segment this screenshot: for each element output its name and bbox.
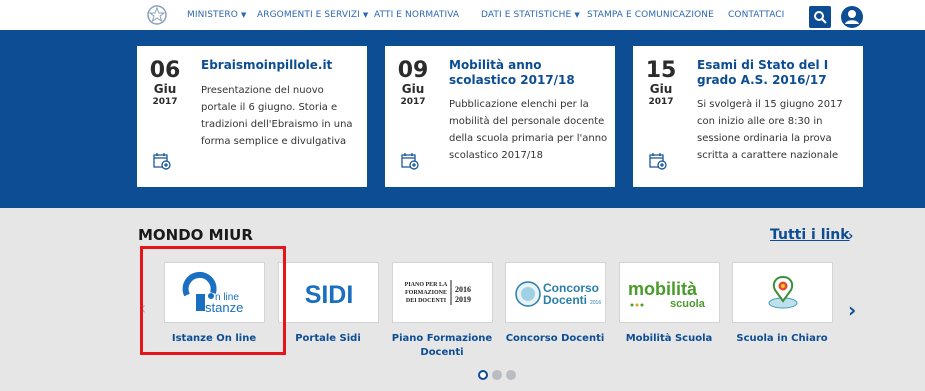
svg-text:SIDI: SIDI bbox=[305, 281, 354, 309]
news-title[interactable]: Ebraismoinpillole.it bbox=[201, 58, 361, 73]
svg-text:scuola: scuola bbox=[670, 298, 706, 310]
chevron-right-icon[interactable]: › bbox=[848, 229, 853, 244]
scuola-in-chiaro-logo bbox=[768, 275, 798, 309]
news-card[interactable]: 15 Giu 2017 Esami di Stato del I grado A… bbox=[633, 46, 863, 187]
calendar-add-icon[interactable] bbox=[649, 152, 667, 170]
all-links-link[interactable]: Tutti i link bbox=[770, 227, 850, 243]
news-summary: Pubblicazione elenchi per la mobilità de… bbox=[449, 99, 608, 161]
nav-argomenti-servizi[interactable]: ARGOMENTI E SERVIZI ▼ bbox=[257, 10, 368, 20]
news-card[interactable]: 06 Giu 2017 Ebraismoinpillole.it Present… bbox=[137, 46, 367, 187]
piano-formazione-logo: PIANO PER LA FORMAZIONE DEI DOCENTI 2016… bbox=[405, 280, 471, 305]
tile-label[interactable]: Concorso Docenti bbox=[495, 332, 615, 346]
top-navigation: MINISTERO ▼ ARGOMENTI E SERVIZI ▼ ATTI E N… bbox=[0, 0, 925, 30]
news-summary: Presentazione del nuovo portale il 6 giu… bbox=[201, 85, 353, 147]
highlight-box bbox=[140, 246, 286, 355]
user-account-icon[interactable] bbox=[840, 5, 864, 29]
nav-contattaci[interactable]: CONTATTACI bbox=[728, 10, 784, 20]
tile-portale-sidi[interactable]: SIDI bbox=[278, 262, 379, 323]
mobilita-scuola-logo: mobilità scuola bbox=[628, 279, 706, 310]
carousel-dot[interactable] bbox=[478, 370, 488, 380]
news-date: 15 Giu 2017 bbox=[645, 58, 677, 108]
carousel-pagination bbox=[478, 370, 516, 380]
tile-label[interactable]: Scuola in Chiaro bbox=[722, 332, 842, 346]
svg-text:Docenti: Docenti bbox=[543, 293, 587, 307]
news-band: 06 Giu 2017 Ebraismoinpillole.it Present… bbox=[0, 30, 925, 208]
republic-emblem-icon bbox=[147, 5, 167, 25]
tile-scuola-in-chiaro[interactable] bbox=[732, 262, 833, 323]
svg-text:2016: 2016 bbox=[455, 285, 471, 294]
chevron-down-icon: ▼ bbox=[362, 11, 369, 19]
svg-text:PIANO PER LA: PIANO PER LA bbox=[405, 282, 448, 288]
svg-text:2016: 2016 bbox=[590, 300, 601, 306]
nav-stampa-comunicazione[interactable]: STAMPA E COMUNICAZIONE bbox=[587, 10, 714, 20]
svg-text:mobilità: mobilità bbox=[628, 279, 698, 299]
chevron-down-icon: ▼ bbox=[240, 11, 247, 19]
tile-label[interactable]: Portale Sidi bbox=[268, 332, 388, 346]
nav-dati-statistiche[interactable]: DATI E STATISTICHE ▼ bbox=[481, 10, 580, 20]
news-title[interactable]: Mobilità anno scolastico 2017/18 bbox=[449, 58, 609, 88]
section-title: MONDO MIUR bbox=[138, 226, 253, 244]
news-summary: Si svolgerà il 15 giugno 2017 con inizio… bbox=[697, 99, 843, 161]
tile-label[interactable]: Piano Formazione Docenti bbox=[382, 332, 502, 360]
svg-text:FORMAZIONE: FORMAZIONE bbox=[405, 290, 447, 296]
carousel-dot[interactable] bbox=[492, 370, 502, 380]
news-date: 09 Giu 2017 bbox=[397, 58, 429, 108]
search-icon bbox=[814, 11, 827, 24]
tile-mobilita-scuola[interactable]: mobilità scuola bbox=[619, 262, 720, 323]
calendar-add-icon[interactable] bbox=[401, 152, 419, 170]
nav-ministero[interactable]: MINISTERO ▼ bbox=[187, 10, 246, 20]
calendar-add-icon[interactable] bbox=[153, 152, 171, 170]
chevron-down-icon: ▼ bbox=[574, 11, 580, 19]
tile-concorso-docenti[interactable]: Concorso Docenti 2016 bbox=[505, 262, 606, 323]
news-title[interactable]: Esami di Stato del I grado A.S. 2016/17 bbox=[697, 58, 857, 88]
svg-text:DEI DOCENTI: DEI DOCENTI bbox=[406, 298, 447, 304]
svg-text:2019: 2019 bbox=[455, 295, 471, 304]
tile-label[interactable]: Mobilità Scuola bbox=[609, 332, 729, 346]
nav-atti-normativa[interactable]: ATTI E NORMATIVA bbox=[374, 10, 459, 20]
sidi-logo: SIDI bbox=[305, 281, 354, 309]
search-button[interactable] bbox=[809, 6, 831, 28]
carousel-dot[interactable] bbox=[506, 370, 516, 380]
news-date: 06 Giu 2017 bbox=[149, 58, 181, 108]
news-card[interactable]: 09 Giu 2017 Mobilità anno scolastico 201… bbox=[385, 46, 615, 187]
carousel-next-arrow[interactable]: › bbox=[848, 298, 856, 322]
tile-piano-formazione[interactable]: PIANO PER LA FORMAZIONE DEI DOCENTI 2016… bbox=[392, 262, 493, 323]
concorso-docenti-logo: Concorso Docenti 2016 bbox=[515, 281, 601, 307]
